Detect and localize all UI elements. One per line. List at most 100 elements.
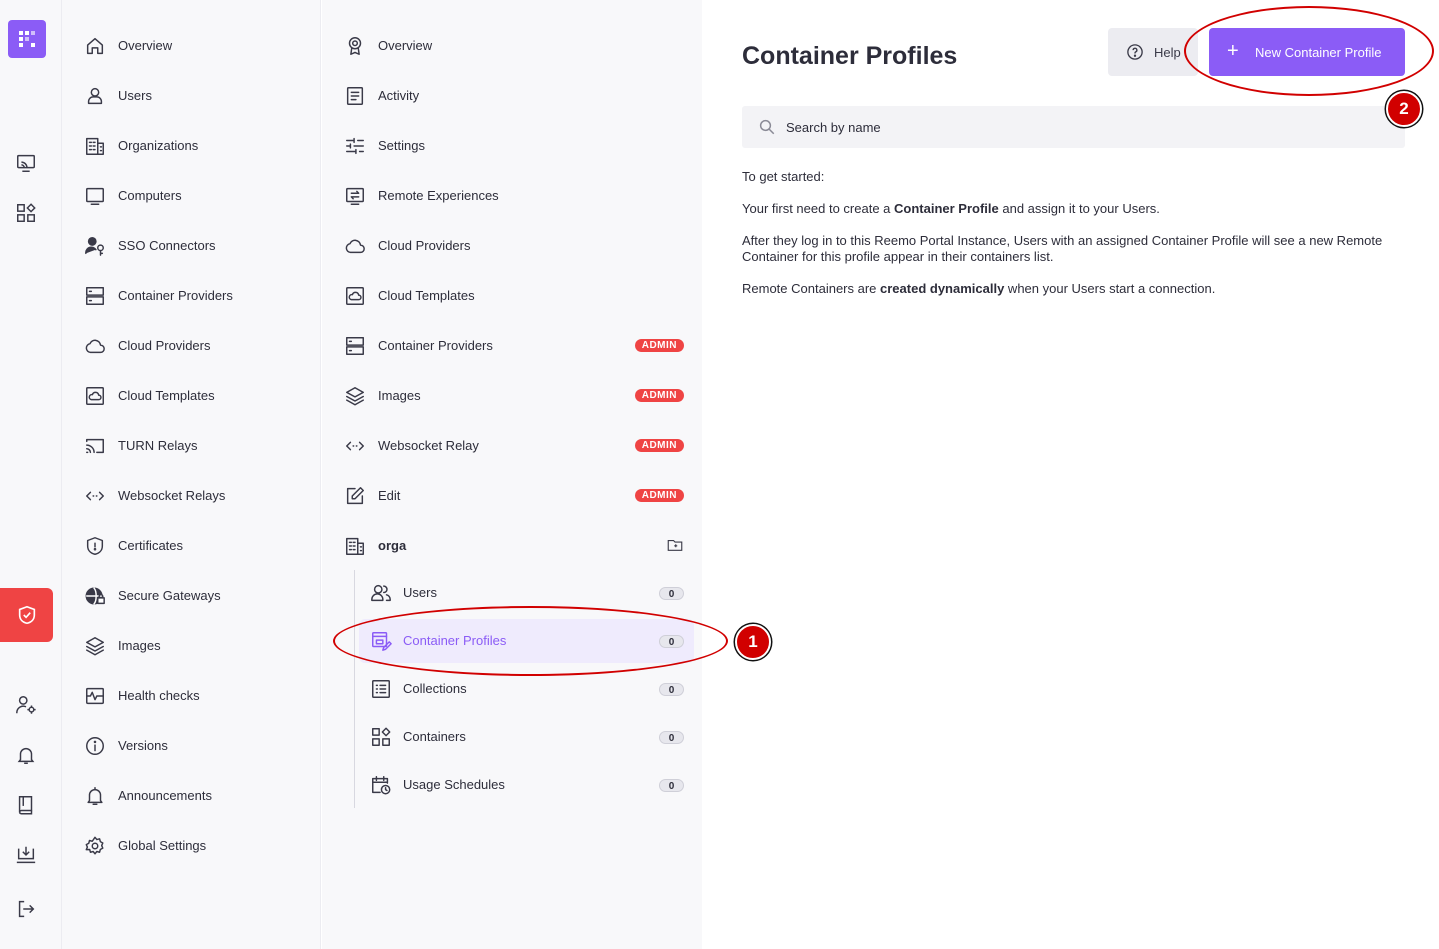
- cloud-template-icon: [83, 384, 107, 408]
- sidebar-item-settings[interactable]: Settings: [322, 125, 702, 165]
- apps-icon[interactable]: [13, 200, 39, 226]
- sidebar-item-overview[interactable]: Overview: [62, 25, 320, 65]
- sidebar-item-label: Images: [378, 387, 421, 403]
- sidebar-item-activity[interactable]: Activity: [322, 75, 702, 115]
- sidebar-item-computers[interactable]: Computers: [62, 175, 320, 215]
- app-logo[interactable]: [8, 20, 46, 58]
- pulse-icon: [83, 684, 107, 708]
- sidebar-item-container-providers[interactable]: Container Providers: [62, 275, 320, 315]
- sidebar-item-certificates[interactable]: Certificates: [62, 525, 320, 565]
- sidebar-item-label: Certificates: [118, 537, 184, 553]
- book-icon[interactable]: [13, 792, 39, 818]
- help-label: Help: [1154, 45, 1181, 60]
- sidebar-item-overview[interactable]: Overview: [322, 25, 702, 65]
- sidebar-item-label: Cloud Providers: [378, 237, 471, 253]
- info-icon: [83, 734, 107, 758]
- sub-item-usage-schedules[interactable]: Usage Schedules 0: [359, 763, 694, 807]
- sidebar-item-organizations[interactable]: Organizations: [62, 125, 320, 165]
- org-header[interactable]: orga: [322, 525, 702, 565]
- sidebar-item-health-checks[interactable]: Health checks: [62, 675, 320, 715]
- sidebar-item-users[interactable]: Users: [62, 75, 320, 115]
- cast-icon[interactable]: [13, 150, 39, 176]
- folder-add-icon[interactable]: [666, 536, 684, 554]
- sidebar-item-cloud-providers[interactable]: Cloud Providers: [322, 225, 702, 265]
- sub-item-label: Users: [403, 585, 437, 600]
- download-screen-icon[interactable]: [13, 842, 39, 868]
- sub-item-label: Container Profiles: [403, 633, 507, 648]
- sidebar-item-label: Remote Experiences: [378, 187, 499, 203]
- sidebar-item-images[interactable]: Images: [62, 625, 320, 665]
- count-badge: 0: [659, 731, 684, 744]
- code-icon: [83, 484, 107, 508]
- sidebar-item-label: Computers: [118, 187, 182, 203]
- admin-badge: ADMIN: [634, 339, 684, 352]
- search-bar: [742, 106, 1405, 148]
- sidebar-item-label: Cloud Providers: [118, 337, 211, 353]
- shield-icon: [83, 534, 107, 558]
- sidebar-item-label: Secure Gateways: [118, 587, 221, 603]
- cast-icon: [83, 434, 107, 458]
- sidebar-item-label: Container Providers: [118, 287, 233, 303]
- org-sidebar: Overview Activity Settings Remote Experi…: [322, 0, 702, 949]
- monitor-icon: [83, 184, 107, 208]
- sub-item-container-profiles[interactable]: Container Profiles 0: [359, 619, 694, 663]
- user-settings-icon[interactable]: [13, 692, 39, 718]
- sidebar-item-sso-connectors[interactable]: SSO Connectors: [62, 225, 320, 265]
- sidebar-item-remote-experiences[interactable]: Remote Experiences: [322, 175, 702, 215]
- count-badge: 0: [659, 683, 684, 696]
- sidebar-item-label: Announcements: [118, 787, 212, 803]
- step-marker-2: 2: [1386, 91, 1422, 127]
- subtree-line: [354, 570, 355, 808]
- sidebar-item-cloud-providers[interactable]: Cloud Providers: [62, 325, 320, 365]
- cloud-template-icon: [343, 284, 367, 308]
- admin-badge: ADMIN: [634, 489, 684, 502]
- sidebar-item-versions[interactable]: Versions: [62, 725, 320, 765]
- shield-check-icon[interactable]: [0, 588, 53, 642]
- sidebar-item-websocket-relay[interactable]: Websocket Relay ADMIN: [322, 425, 702, 465]
- sub-item-collections[interactable]: Collections 0: [359, 667, 694, 711]
- sub-item-containers[interactable]: Containers 0: [359, 715, 694, 759]
- sidebar-item-announcements[interactable]: Announcements: [62, 775, 320, 815]
- count-badge: 0: [659, 635, 684, 648]
- reemo-logo-icon: [19, 31, 35, 47]
- cloud-icon: [343, 234, 367, 258]
- bell-icon[interactable]: [13, 742, 39, 768]
- sidebar-item-websocket-relays[interactable]: Websocket Relays: [62, 475, 320, 515]
- container-profile-icon: [369, 629, 393, 653]
- sliders-icon: [343, 134, 367, 158]
- sidebar-item-cloud-templates[interactable]: Cloud Templates: [62, 375, 320, 415]
- sub-item-users[interactable]: Users 0: [359, 571, 694, 615]
- sidebar-item-label: Versions: [118, 737, 168, 753]
- help-button[interactable]: Help: [1108, 28, 1198, 76]
- gear-icon: [83, 834, 107, 858]
- sidebar-item-label: Overview: [118, 37, 173, 53]
- logout-icon[interactable]: [13, 896, 39, 922]
- sidebar-item-global-settings[interactable]: Global Settings: [62, 825, 320, 865]
- sub-item-label: Containers: [403, 729, 466, 744]
- main-content: Container Profiles Help + New Container …: [702, 0, 1439, 949]
- sidebar-item-label: Health checks: [118, 687, 200, 703]
- calendar-clock-icon: [369, 773, 393, 797]
- search-input[interactable]: [786, 106, 1386, 148]
- sidebar-item-container-providers[interactable]: Container Providers ADMIN: [322, 325, 702, 365]
- intro-line-4: Remote Containers are created dynamicall…: [742, 281, 1216, 296]
- edit-icon: [343, 484, 367, 508]
- sidebar-item-label: Cloud Templates: [118, 387, 215, 403]
- count-badge: 0: [659, 779, 684, 792]
- sidebar-item-label: Organizations: [118, 137, 199, 153]
- sidebar-item-label: Cloud Templates: [378, 287, 475, 303]
- new-container-profile-button[interactable]: + New Container Profile: [1209, 28, 1405, 76]
- sidebar-item-edit[interactable]: Edit ADMIN: [322, 475, 702, 515]
- sidebar-item-images[interactable]: Images ADMIN: [322, 375, 702, 415]
- sidebar-item-turn-relays[interactable]: TURN Relays: [62, 425, 320, 465]
- building-icon: [343, 534, 367, 558]
- new-button-label: New Container Profile: [1255, 45, 1382, 60]
- sidebar-item-label: SSO Connectors: [118, 237, 216, 253]
- admin-badge: ADMIN: [634, 439, 684, 452]
- sidebar-item-label: Edit: [378, 487, 401, 503]
- sub-item-label: Collections: [403, 681, 467, 696]
- plus-icon: +: [1227, 40, 1239, 62]
- sidebar-item-cloud-templates[interactable]: Cloud Templates: [322, 275, 702, 315]
- intro-line-1: To get started:: [742, 169, 825, 184]
- sidebar-item-secure-gateways[interactable]: Secure Gateways: [62, 575, 320, 615]
